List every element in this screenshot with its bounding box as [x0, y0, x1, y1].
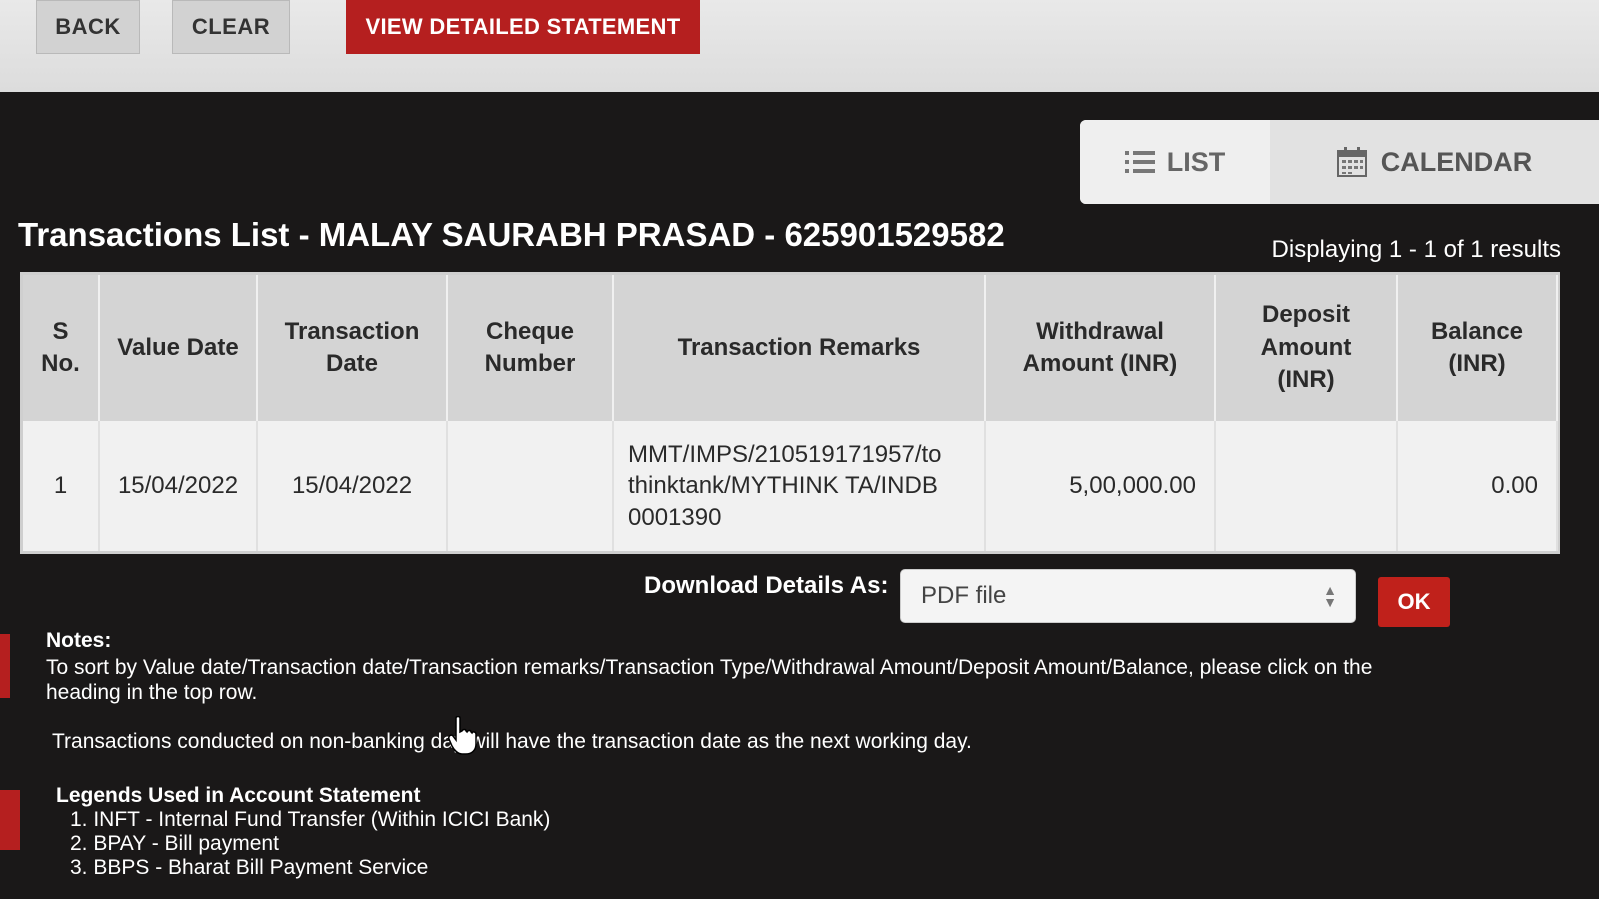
list-label: LIST [1166, 146, 1226, 177]
header-cheque-number[interactable]: Cheque Number [447, 275, 614, 421]
legend-item: 2. BPAY - Bill payment [70, 832, 279, 855]
left-edge-accent [0, 634, 10, 698]
list-view-tab[interactable]: LIST [1080, 120, 1270, 204]
table-row: 1 15/04/2022 15/04/2022 MMT/IMPS/2105191… [23, 421, 1558, 551]
ok-button[interactable]: OK [1378, 577, 1450, 627]
clear-button[interactable]: CLEAR [172, 0, 290, 54]
list-icon [1124, 151, 1155, 173]
cell-cheque-number [447, 421, 614, 551]
header-transaction-date[interactable]: Transaction Date [257, 275, 448, 421]
download-format-select[interactable]: PDF file ▲ ▼ [900, 569, 1356, 623]
download-label: Download Details As: [644, 572, 889, 599]
calendar-view-tab[interactable]: CALENDAR [1270, 120, 1599, 204]
header-withdrawal-amount[interactable]: Withdrawal Amount (INR) [985, 275, 1216, 421]
transactions-table: S No. Value Date Transaction Date Cheque Nu… [20, 272, 1560, 554]
cell-balance: 0.00 [1397, 421, 1558, 551]
page-title: Transactions List - MALAY SAURABH PRASAD… [18, 216, 1005, 253]
cell-s-no: 1 [23, 421, 100, 551]
legends-title: Legends Used in Account Statement [56, 784, 421, 807]
cell-transaction-remarks: MMT/IMPS/210519171957/to thinktank/MYTHIN… [613, 421, 986, 551]
cell-withdrawal-amount: 5,00,000.00 [985, 421, 1216, 551]
back-button[interactable]: BACK [36, 0, 140, 54]
header-value-date[interactable]: Value Date [99, 275, 258, 421]
cell-deposit-amount [1215, 421, 1398, 551]
notes-section: Notes: To sort by Value date/Transaction… [46, 628, 1546, 754]
view-toggle: LIST CALENDAR [1080, 120, 1599, 204]
legends-list: 1. INFT - Internal Fund Transfer (Within… [70, 808, 550, 880]
legend-item: 1. INFT - Internal Fund Transfer (Within… [70, 808, 551, 831]
results-count: Displaying 1 - 1 of 1 results [1271, 236, 1561, 263]
top-toolbar: BACK CLEAR VIEW DETAILED STATEMENT [0, 0, 1599, 92]
header-transaction-remarks[interactable]: Transaction Remarks [613, 275, 986, 421]
cell-transaction-date: 15/04/2022 [257, 421, 448, 551]
legend-item: 3. BBPS - Bharat Bill Payment Service [70, 856, 429, 879]
cell-value-date: 15/04/2022 [99, 421, 258, 551]
non-banking-note: Transactions conducted on non-banking da… [52, 730, 972, 753]
calendar-icon [1336, 147, 1367, 177]
download-format-value: PDF file [921, 582, 1007, 609]
notes-heading: Notes: [46, 629, 112, 652]
table-header-row: S No. Value Date Transaction Date Cheque Nu… [23, 275, 1558, 421]
hand-cursor-icon [448, 716, 477, 755]
header-balance[interactable]: Balance (INR) [1397, 275, 1558, 421]
sort-note: To sort by Value date/Transaction date/T… [46, 656, 1373, 704]
header-deposit-amount[interactable]: Deposit Amount (INR) [1215, 275, 1398, 421]
calendar-label: CALENDAR [1380, 146, 1533, 177]
header-s-no[interactable]: S No. [23, 275, 100, 421]
view-detailed-statement-button[interactable]: VIEW DETAILED STATEMENT [346, 0, 700, 54]
left-edge-accent [0, 790, 20, 850]
select-arrows-icon: ▲ ▼ [1323, 582, 1337, 610]
